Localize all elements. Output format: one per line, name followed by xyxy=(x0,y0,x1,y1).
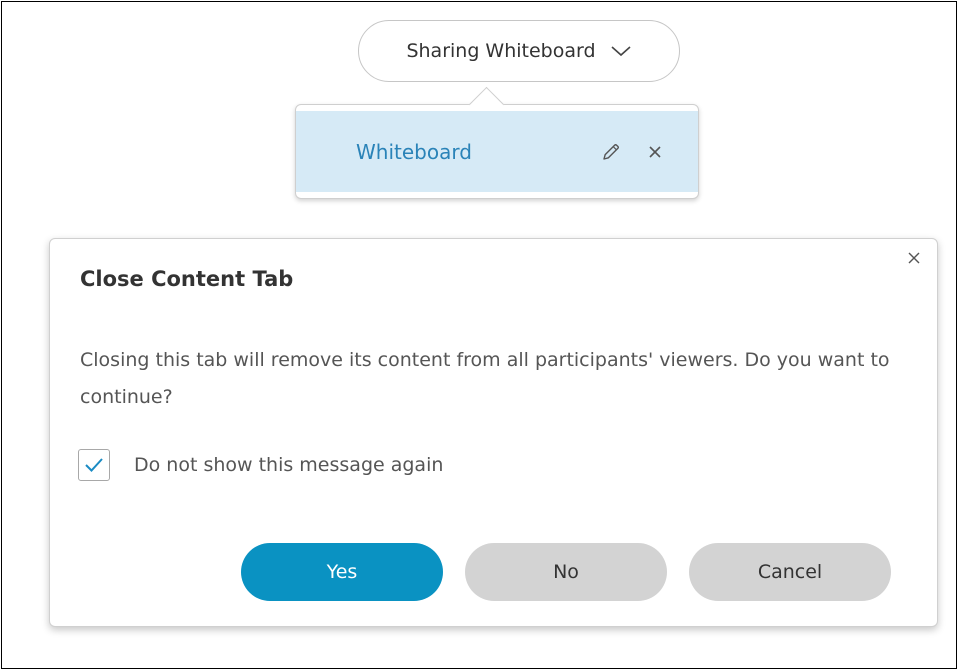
dialog-close-icon[interactable] xyxy=(905,249,923,267)
sharing-dropdown[interactable]: Sharing Whiteboard xyxy=(358,20,680,82)
do-not-show-again-checkbox[interactable] xyxy=(78,449,110,481)
checkbox-label: Do not show this message again xyxy=(134,454,444,476)
close-content-tab-dialog: Close Content Tab Closing this tab will … xyxy=(49,238,938,627)
tab-item-whiteboard[interactable]: Whiteboard xyxy=(296,111,698,192)
content-tab-menu: Whiteboard xyxy=(295,86,699,199)
no-button[interactable]: No xyxy=(465,543,667,601)
close-icon[interactable] xyxy=(644,141,666,163)
cancel-button[interactable]: Cancel xyxy=(689,543,891,601)
dialog-message: Closing this tab will remove its content… xyxy=(80,349,890,408)
app-frame: Sharing Whiteboard Whiteboard Close Cont… xyxy=(1,1,957,669)
yes-button[interactable]: Yes xyxy=(241,543,443,601)
checkmark-icon xyxy=(85,458,103,472)
tab-item-label: Whiteboard xyxy=(356,139,472,164)
dialog-title: Close Content Tab xyxy=(80,267,294,291)
pencil-icon[interactable] xyxy=(600,141,622,163)
sharing-label: Sharing Whiteboard xyxy=(406,40,596,62)
do-not-show-again-option[interactable]: Do not show this message again xyxy=(78,449,443,481)
chevron-down-icon xyxy=(610,44,632,58)
